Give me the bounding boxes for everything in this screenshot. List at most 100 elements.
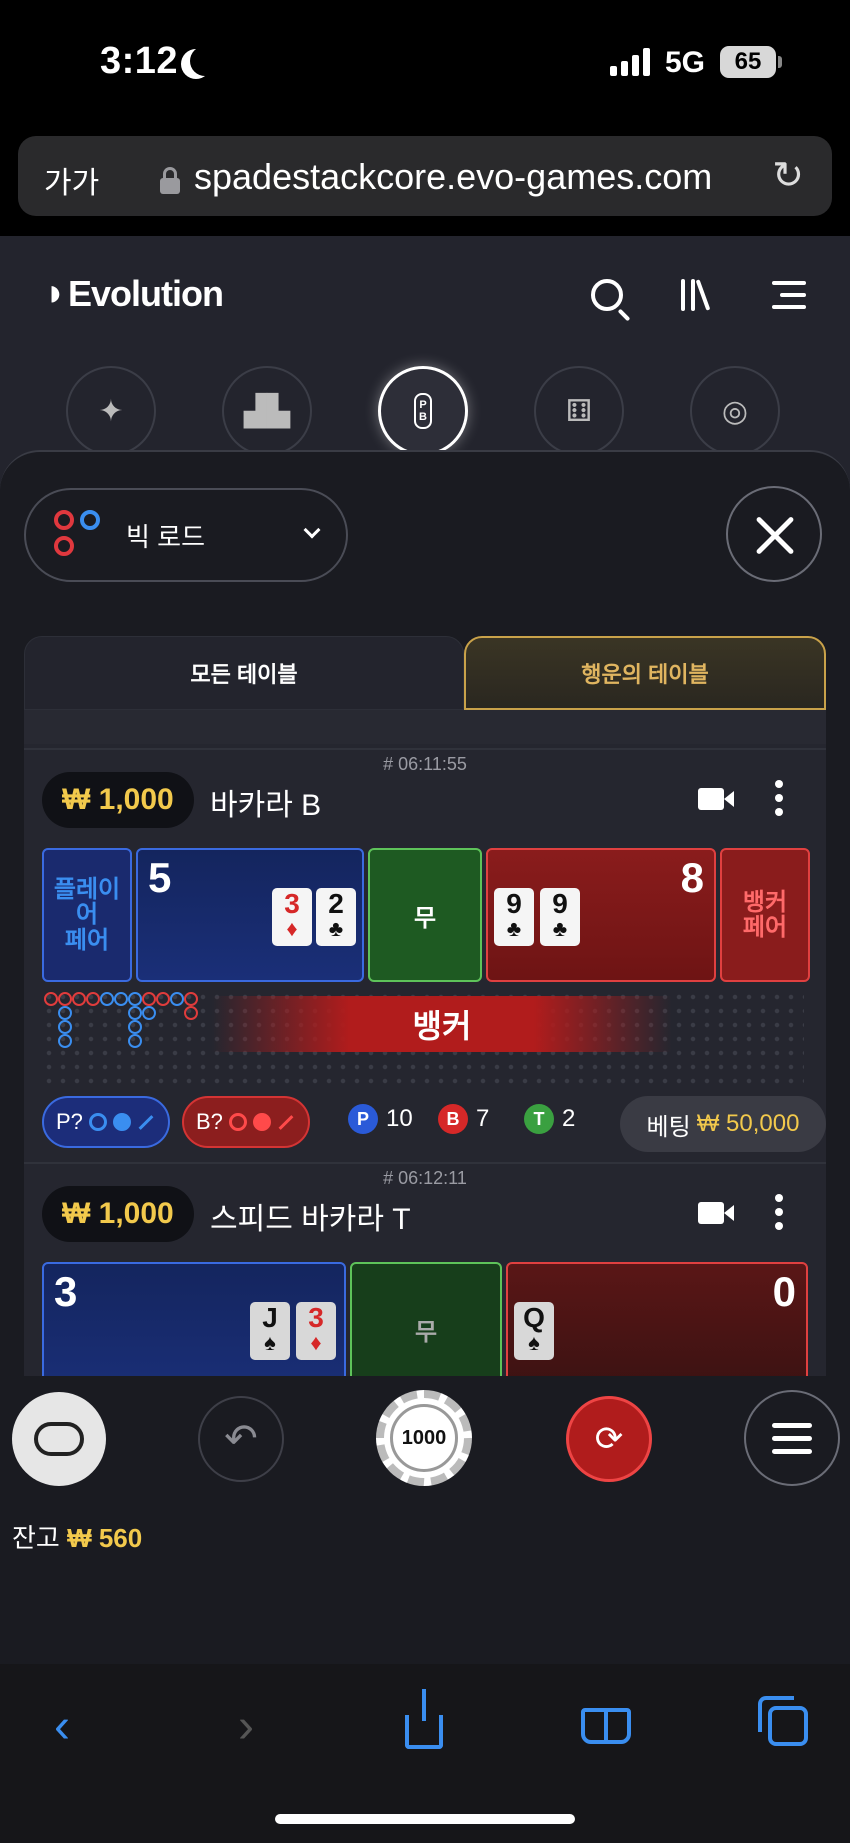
small-road-icon <box>112 1113 131 1131</box>
home-indicator <box>275 1814 575 1824</box>
game-menu-button[interactable] <box>744 1390 840 1486</box>
tab-all-tables[interactable]: 모든 테이블 <box>24 636 464 710</box>
cockroach-icon <box>138 1114 154 1130</box>
tie-spot[interactable]: 무 <box>350 1262 502 1376</box>
category-leaderboard-icon[interactable]: ▟▙ <box>222 366 312 456</box>
playing-card: 9 ♣ <box>494 888 534 946</box>
signal-icon <box>610 48 650 76</box>
banker-score: 8 <box>680 854 704 901</box>
share-icon[interactable] <box>396 1689 452 1754</box>
table-card[interactable]: # 06:12:11 ₩ 1,000 스피드 바카라 T 3 J ♠ 3 ♦ 무 Q… <box>24 1162 826 1376</box>
player-spot[interactable]: 5 3 ♦ 2 ♣ <box>136 848 364 982</box>
playing-card: 3 ♦ <box>296 1302 336 1360</box>
browser-toolbar: 가가 spadestackcore.evo-games.com ↻ <box>0 120 850 236</box>
tie-badge-icon: T <box>524 1104 554 1134</box>
table-name[interactable]: 바카라 B <box>210 780 321 824</box>
banker-spot[interactable]: Q ♠ 0 <box>506 1262 808 1376</box>
search-icon[interactable] <box>582 270 632 320</box>
total-bet-label: 베팅 <box>646 1113 691 1141</box>
banker-badge-icon: B <box>438 1104 468 1134</box>
category-dice-icon[interactable]: ⚅ <box>534 366 624 456</box>
undo-button[interactable]: ↶ <box>198 1396 284 1482</box>
lock-icon <box>160 167 180 194</box>
small-road-icon <box>252 1113 271 1131</box>
player-predict-button[interactable]: P? <box>42 1096 170 1148</box>
table-list: # 06:11:55 ₩ 1,000 바카라 B 플레이 어 페어 5 3 ♦ 2… <box>24 710 826 1376</box>
category-roulette-icon[interactable]: ◎ <box>690 366 780 456</box>
battery-icon: 65 <box>720 46 776 78</box>
browser-bottom-bar: ‹ › <box>0 1664 850 1843</box>
evolution-logo[interactable]: ◗ Evolution <box>44 272 224 315</box>
category-top-games-icon[interactable]: ✦ <box>66 366 156 456</box>
battery-tip <box>778 56 782 68</box>
playing-card: 2 ♣ <box>316 888 356 946</box>
balance-value: ₩ 560 <box>67 1523 143 1553</box>
cockroach-icon <box>278 1114 294 1130</box>
player-score: 3 <box>54 1268 78 1315</box>
min-bet-badge: ₩ 1,000 <box>42 772 194 828</box>
evolution-logo-mark-icon: ◗ <box>44 272 67 314</box>
category-baccarat-icon[interactable]: PB <box>378 366 468 456</box>
player-banker-badge-icon: PB <box>414 393 432 429</box>
undo-icon: ↶ <box>224 1417 258 1461</box>
text-size-button[interactable]: 가가 <box>44 158 99 202</box>
player-win-count: P 10 <box>348 1104 413 1134</box>
playing-card: 3 ♦ <box>272 888 312 946</box>
bookmarks-icon[interactable] <box>578 1698 634 1754</box>
chip-value: 1000 <box>390 1404 458 1472</box>
back-icon[interactable]: ‹ <box>34 1698 90 1754</box>
big-eye-icon <box>228 1113 247 1131</box>
network-label: 5G <box>665 46 706 79</box>
tie-spot[interactable]: 무 <box>368 848 482 982</box>
playing-card: Q ♠ <box>514 1302 554 1360</box>
bet-spots: 3 J ♠ 3 ♦ 무 Q ♠ 0 <box>42 1262 808 1376</box>
total-bet-pill: 베팅 ₩ 50,000 <box>620 1096 826 1152</box>
auto-play-button[interactable]: ⟳ <box>566 1396 652 1482</box>
moon-icon <box>190 46 220 76</box>
hamburger-menu-icon[interactable] <box>756 270 806 320</box>
balance-label: 잔고 <box>12 1523 60 1553</box>
more-options-icon[interactable] <box>774 1194 784 1230</box>
road-type-dropdown[interactable]: 빅 로드 <box>24 488 348 582</box>
url-text[interactable]: spadestackcore.evo-games.com <box>194 156 712 198</box>
status-time: 3:12 <box>100 40 179 82</box>
min-bet-badge: ₩ 1,000 <box>42 1186 194 1242</box>
road-type-label: 빅 로드 <box>126 521 205 552</box>
lobby-button[interactable] <box>12 1392 106 1486</box>
library-icon[interactable] <box>668 270 718 320</box>
winner-banner: 뱅커 <box>212 996 672 1052</box>
road-icon <box>54 510 106 560</box>
refresh-icon: ⟳ <box>594 1420 624 1458</box>
playing-card: 9 ♣ <box>540 888 580 946</box>
video-camera-icon[interactable] <box>698 788 734 810</box>
table-name[interactable]: 스피드 바카라 T <box>210 1194 411 1238</box>
tab-lucky-tables[interactable]: 행운의 테이블 <box>464 636 826 710</box>
status-bar: 3:12 5G 65 <box>0 0 850 120</box>
banker-spot[interactable]: 9 ♣ 9 ♣ 8 <box>486 848 716 982</box>
table-card[interactable]: # 06:11:55 ₩ 1,000 바카라 B 플레이 어 페어 5 3 ♦ 2… <box>24 748 826 1162</box>
close-button[interactable] <box>726 486 822 582</box>
balance: 잔고 ₩ 560 <box>12 1518 142 1555</box>
previous-row-partial <box>24 710 826 744</box>
chip-selector[interactable]: 1000 <box>376 1390 472 1486</box>
playing-card: J ♠ <box>250 1302 290 1360</box>
reload-icon[interactable]: ↻ <box>766 154 810 198</box>
tie-count: T2 <box>524 1104 575 1134</box>
player-spot[interactable]: 3 J ♠ 3 ♦ <box>42 1262 346 1376</box>
big-road-grid: 뱅커 <box>42 990 804 1086</box>
banker-predict-button[interactable]: B? <box>182 1096 310 1148</box>
banker-win-count: B7 <box>438 1104 489 1134</box>
banker-pair-spot[interactable]: 뱅커 페어 <box>720 848 810 982</box>
player-pair-spot[interactable]: 플레이 어 페어 <box>42 848 132 982</box>
address-bar[interactable]: 가가 spadestackcore.evo-games.com ↻ <box>18 136 832 216</box>
logo-text: Evolution <box>67 272 224 314</box>
player-predict-label: P? <box>56 1109 83 1134</box>
banker-score: 0 <box>772 1268 796 1315</box>
web-page: ◗ Evolution ✦ ▟▙ PB ⚅ ◎ 빅 로드 모든 테이블 행운의 … <box>0 236 850 1664</box>
more-options-icon[interactable] <box>774 780 784 816</box>
tabs-icon[interactable] <box>758 1696 816 1754</box>
forward-icon[interactable]: › <box>218 1698 274 1754</box>
banker-predict-label: B? <box>196 1109 223 1134</box>
video-camera-icon[interactable] <box>698 1202 734 1224</box>
bet-spots: 플레이 어 페어 5 3 ♦ 2 ♣ 무 9 ♣ 9 ♣ 8 뱅커 페어 <box>42 848 810 982</box>
